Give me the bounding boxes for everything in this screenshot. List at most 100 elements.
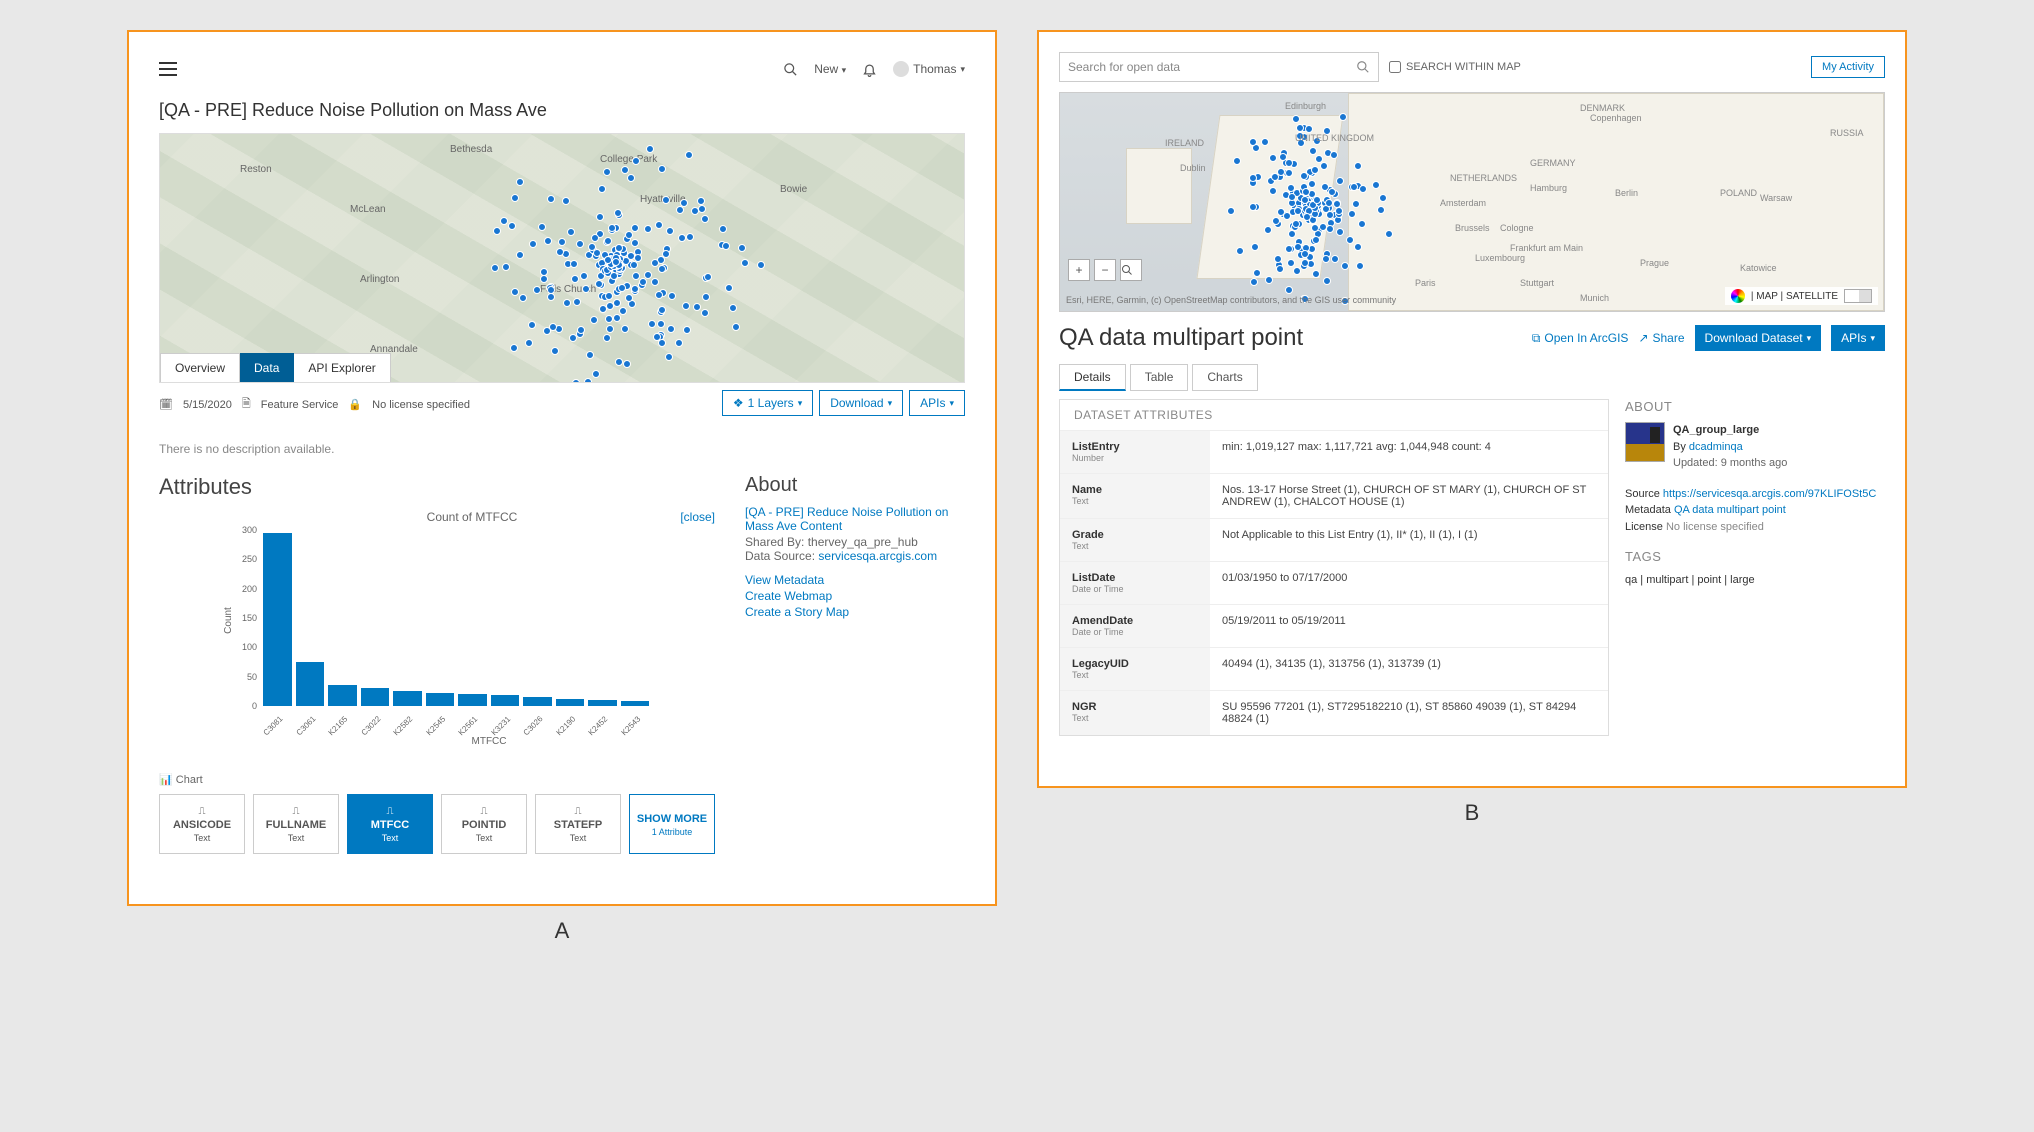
dataset-row: LegacyUIDText40494 (1), 34135 (1), 31375… <box>1060 648 1608 691</box>
attribute-card-mtfcc[interactable]: ⎍MTFCCText <box>347 794 433 854</box>
share-link[interactable]: ↗Share <box>1638 331 1684 345</box>
panel-b: Search for open data SEARCH WITHIN MAP M… <box>1037 30 1907 788</box>
y-tick: 300 <box>242 525 257 535</box>
about-data-source: Data Source: servicesqa.arcgis.com <box>745 549 965 563</box>
x-tick: K2545 <box>424 711 451 738</box>
apis-button[interactable]: APIs▾ <box>1831 325 1885 351</box>
meta-type: Feature Service <box>261 399 339 411</box>
chart-section-label: 📊 Chart <box>159 773 715 786</box>
dataset-key: ListEntryNumber <box>1060 431 1210 473</box>
bell-icon[interactable] <box>862 62 877 77</box>
tab-charts[interactable]: Charts <box>1192 364 1257 391</box>
x-tick: K2561 <box>457 711 484 738</box>
map-place-label: Edinburgh <box>1285 101 1326 111</box>
dataset-key: NGRText <box>1060 691 1210 735</box>
bar <box>361 688 390 706</box>
show-more-button[interactable]: SHOW MORE1 Attribute <box>629 794 715 854</box>
search-within-map-checkbox[interactable]: SEARCH WITHIN MAP <box>1389 61 1521 73</box>
zoom-in-button[interactable]: + <box>1068 259 1090 281</box>
bar <box>491 695 520 706</box>
top-bar: New ▾ Thomas ▾ <box>159 54 965 84</box>
about-link-metadata[interactable]: View Metadata <box>745 573 965 587</box>
meta-license: No license specified <box>372 399 470 411</box>
chart-icon: ⎍ <box>199 806 206 817</box>
map-place-label: Stuttgart <box>1520 278 1554 288</box>
layers-dropdown[interactable]: ❖1 Layers▾ <box>722 390 813 416</box>
map-place-label: UNITED KINGDOM <box>1295 133 1374 143</box>
user-menu[interactable]: Thomas ▾ <box>893 61 965 77</box>
dataset-value: 40494 (1), 34135 (1), 313756 (1), 313739… <box>1210 648 1608 690</box>
dataset-key: ListDateDate or Time <box>1060 562 1210 604</box>
basemap-toggle[interactable] <box>1844 289 1872 303</box>
new-dropdown[interactable]: New ▾ <box>814 62 846 76</box>
search-icon[interactable] <box>783 62 798 77</box>
about-heading: About <box>745 474 965 497</box>
attribute-card-pointid[interactable]: ⎍POINTIDText <box>441 794 527 854</box>
bar-chart: Count 050100150200250300 C3081C3061K2165… <box>229 530 649 730</box>
download-dropdown[interactable]: Download▾ <box>819 390 903 416</box>
search-input[interactable]: Search for open data <box>1059 52 1379 82</box>
source-row: Source https://servicesqa.arcgis.com/97K… <box>1625 486 1885 503</box>
map-place-label: GERMANY <box>1530 158 1576 168</box>
tab-data[interactable]: Data <box>240 353 294 382</box>
tab-details[interactable]: Details <box>1059 364 1126 391</box>
y-tick: 200 <box>242 584 257 594</box>
attribute-card-statefp[interactable]: ⎍STATEFPText <box>535 794 621 854</box>
map-place-label: Paris <box>1415 278 1436 288</box>
tab-table[interactable]: Table <box>1130 364 1189 391</box>
map-place-label: RUSSIA <box>1830 128 1864 138</box>
x-tick: C3081 <box>262 711 289 738</box>
panel-a-label: A <box>555 918 570 944</box>
basemap-switch[interactable]: | MAP | SATELLITE <box>1725 287 1878 305</box>
my-activity-button[interactable]: My Activity <box>1811 56 1885 78</box>
dataset-value: 05/19/2011 to 05/19/2011 <box>1210 605 1608 647</box>
map-place-label: IRELAND <box>1165 138 1204 148</box>
dataset-value: min: 1,019,127 max: 1,117,721 avg: 1,044… <box>1210 431 1608 473</box>
x-tick: K2543 <box>619 711 646 738</box>
chart-icon: ⎍ <box>293 806 300 817</box>
attribute-card-ansicode[interactable]: ⎍ANSICODEText <box>159 794 245 854</box>
bar <box>588 700 617 706</box>
avatar-icon <box>893 61 909 77</box>
attribute-card-fullname[interactable]: ⎍FULLNAMEText <box>253 794 339 854</box>
dataset-row: ListEntryNumbermin: 1,019,127 max: 1,117… <box>1060 431 1608 474</box>
tab-overview[interactable]: Overview <box>160 353 240 382</box>
source-link[interactable]: https://servicesqa.arcgis.com/97KLIFOSt5… <box>1663 488 1876 500</box>
zoom-out-button[interactable]: − <box>1094 259 1116 281</box>
map-city-label: Reston <box>240 164 272 175</box>
y-tick: 50 <box>247 672 257 682</box>
license-row: License No license specified <box>1625 519 1885 536</box>
apis-dropdown[interactable]: APIs▾ <box>909 390 965 416</box>
map-preview[interactable]: EdinburghDublinAmsterdamBrusselsParisHam… <box>1059 92 1885 312</box>
dataset-key: NameText <box>1060 474 1210 518</box>
dataset-row: ListDateDate or Time01/03/1950 to 07/17/… <box>1060 562 1608 605</box>
dataset-row: NGRTextSU 95596 77201 (1), ST7295182210 … <box>1060 691 1608 735</box>
download-dataset-button[interactable]: Download Dataset▾ <box>1695 325 1822 351</box>
bar <box>263 533 292 706</box>
dataset-row: AmendDateDate or Time05/19/2011 to 05/19… <box>1060 605 1608 648</box>
x-tick: C3022 <box>359 711 386 738</box>
chart-title: Count of MTFCC <box>229 510 715 524</box>
y-tick: 250 <box>242 554 257 564</box>
metadata-link[interactable]: QA data multipart point <box>1674 504 1786 516</box>
bar <box>621 701 650 706</box>
group-name[interactable]: QA_group_large <box>1673 422 1787 439</box>
x-tick: C3026 <box>522 711 549 738</box>
open-in-arcgis-link[interactable]: ⧉Open In ArcGIS <box>1532 331 1629 346</box>
chart-icon: ⎍ <box>481 806 488 817</box>
map-place-label: Berlin <box>1615 188 1638 198</box>
description-placeholder: There is no description available. <box>159 442 965 456</box>
bar <box>426 693 455 706</box>
map-preview[interactable]: BethesdaRestonMcLeanArlingtonAnnandaleCo… <box>159 133 965 383</box>
about-link-storymap[interactable]: Create a Story Map <box>745 605 965 619</box>
about-shared-by: Shared By: thervey_qa_pre_hub <box>745 535 965 549</box>
menu-icon[interactable] <box>159 62 177 76</box>
color-wheel-icon <box>1731 289 1745 303</box>
about-link-webmap[interactable]: Create Webmap <box>745 589 965 603</box>
chart-close-link[interactable]: [close] <box>680 510 715 524</box>
attributes-heading: Attributes <box>159 474 715 500</box>
tab-api-explorer[interactable]: API Explorer <box>294 353 390 382</box>
about-content-link[interactable]: [QA - PRE] Reduce Noise Pollution on Mas… <box>745 505 965 533</box>
map-search-button[interactable] <box>1120 259 1142 281</box>
dataset-value: Not Applicable to this List Entry (1), I… <box>1210 519 1608 561</box>
